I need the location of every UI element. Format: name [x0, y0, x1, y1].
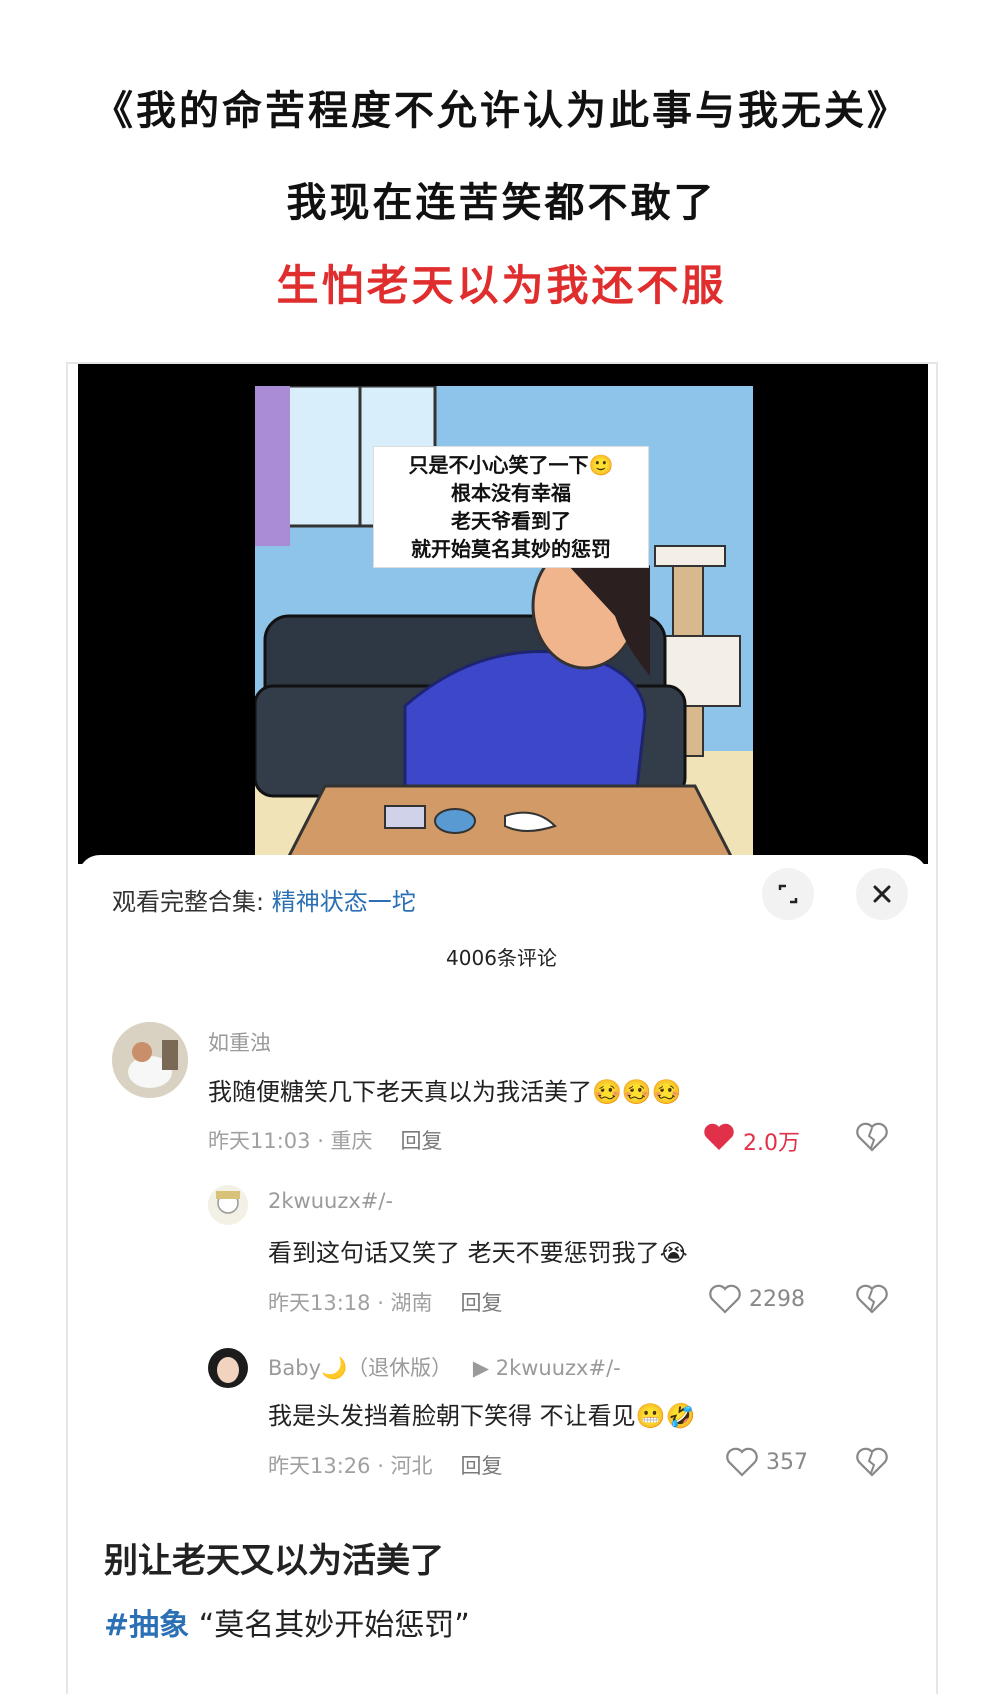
dislike-button[interactable]: [856, 1447, 888, 1479]
heart-outline-icon: [709, 1284, 741, 1314]
headline-line-3: 生怕老天以为我还不服: [276, 261, 727, 310]
dislike-button[interactable]: [856, 1122, 888, 1154]
heart-outline-icon: [726, 1447, 758, 1477]
caption-line: 就开始莫名其妙的惩罚: [411, 537, 611, 561]
comment-username[interactable]: 如重浊: [208, 1027, 271, 1057]
broken-heart-icon: [856, 1284, 888, 1314]
close-button[interactable]: [856, 868, 908, 920]
caption-line: 只是不小心笑了一下🙂: [408, 453, 614, 477]
like-button[interactable]: [709, 1284, 741, 1316]
avatar-image: [112, 1022, 188, 1098]
like-count: 2298: [749, 1287, 805, 1312]
emoji: 🥴🥴🥴: [592, 1078, 682, 1106]
avatar[interactable]: [208, 1348, 248, 1388]
caption-line: 老天爷看到了: [451, 509, 571, 533]
avatar[interactable]: [208, 1185, 248, 1225]
like-count: 2.0万: [743, 1131, 800, 1156]
like-count: 357: [766, 1450, 808, 1475]
reply-button[interactable]: 回复: [461, 1454, 503, 1478]
collection-link[interactable]: 观看完整合集: 精神状态一坨: [112, 882, 416, 917]
headline-line-2: 我现在连苦笑都不敢了: [286, 179, 717, 226]
heart-filled-icon: [704, 1123, 734, 1150]
broken-heart-icon: [856, 1122, 888, 1152]
close-icon: [873, 885, 891, 903]
post-quote: “莫名其妙开始惩罚”: [198, 1608, 470, 1643]
like-button[interactable]: [703, 1122, 735, 1154]
hashtag-link[interactable]: #抽象: [104, 1608, 189, 1643]
reply-arrow-icon: ▶: [472, 1356, 490, 1380]
collection-name[interactable]: 精神状态一坨: [272, 888, 416, 916]
expand-button[interactable]: [762, 868, 814, 920]
comment-text: 我是头发挡着脸朝下笑得 不让看见😬🤣: [268, 1402, 696, 1430]
comment-text: 看到这句话又笑了 老天不要惩罚我了😭: [268, 1239, 688, 1267]
video-caption: 只是不小心笑了一下🙂 根本没有幸福 老天爷看到了 就开始莫名其妙的惩罚: [373, 446, 649, 568]
like-button[interactable]: [726, 1447, 758, 1479]
comment-meta: 昨天11:03 · 重庆 回复: [208, 1129, 443, 1153]
avatar-image: [208, 1348, 248, 1388]
headline-line-1: 《我的命苦程度不允许认为此事与我无关》: [93, 87, 910, 134]
emoji: 😬🤣: [635, 1402, 696, 1430]
comment-username[interactable]: Baby🌙（退休版） ▶ 2kwuuzx#/-: [268, 1352, 621, 1382]
collection-prefix: 观看完整合集:: [112, 888, 265, 916]
post-title: 别让老天又以为活美了: [104, 1541, 444, 1581]
avatar-image: [208, 1185, 248, 1225]
comment-meta: 昨天13:26 · 河北 回复: [268, 1454, 503, 1478]
comment-count: 4006条评论: [446, 946, 557, 970]
post-tagline: #抽象 “莫名其妙开始惩罚”: [104, 1600, 470, 1644]
broken-heart-icon: [856, 1447, 888, 1477]
dislike-button[interactable]: [856, 1284, 888, 1316]
comment-meta: 昨天13:18 · 湖南 回复: [268, 1291, 503, 1315]
reply-button[interactable]: 回复: [401, 1129, 443, 1153]
expand-icon: [778, 884, 798, 904]
reply-button[interactable]: 回复: [461, 1291, 503, 1315]
avatar[interactable]: [112, 1022, 188, 1098]
comment-text: 我随便糖笑几下老天真以为我活美了🥴🥴🥴: [208, 1078, 682, 1106]
comment-username[interactable]: 2kwuuzx#/-: [268, 1189, 393, 1213]
caption-line: 根本没有幸福: [451, 481, 571, 505]
emoji: 😭: [659, 1239, 688, 1267]
reply-to-username[interactable]: 2kwuuzx#/-: [496, 1356, 621, 1380]
